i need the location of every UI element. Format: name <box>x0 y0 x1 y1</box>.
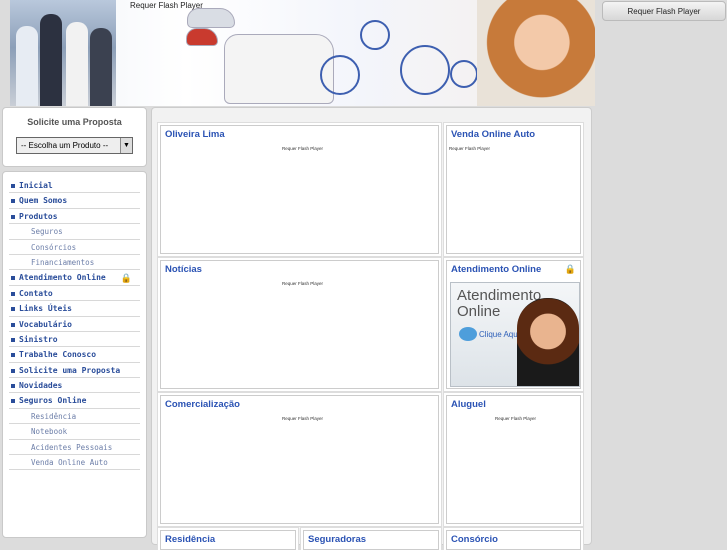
chat-users-icon <box>459 327 477 341</box>
box-seguradoras: Seguradoras <box>303 530 439 550</box>
menu-item-label: Atendimento Online <box>19 273 106 283</box>
box-title[interactable]: Comercialização <box>165 399 240 410</box>
box-residencia: Residência <box>160 530 296 550</box>
decorative-swirl <box>320 55 360 95</box>
box-comercializacao: Comercialização Requer Flash Player <box>160 395 439 524</box>
menu-item-contato[interactable]: Contato <box>9 286 140 302</box>
flash-notice: Requer Flash Player <box>282 416 324 421</box>
menu-item-produtos[interactable]: Produtos <box>9 209 140 225</box>
box-aluguel: Aluguel Requer Flash Player <box>446 395 581 524</box>
car-image-main <box>224 34 334 104</box>
menu-item-notebook[interactable]: Notebook <box>9 424 140 440</box>
nav-menu: Inicial Quem Somos Produtos Seguros Cons… <box>2 171 147 538</box>
product-select-value: -- Escolha um Produto -- <box>21 141 109 150</box>
ad-agent-image <box>517 298 579 386</box>
box-title[interactable]: Notícias <box>165 264 202 275</box>
box-title[interactable]: Oliveira Lima <box>165 129 225 140</box>
menu-item-sinistro[interactable]: Sinistro <box>9 332 140 348</box>
menu-item-acidentes-pessoais[interactable]: Acidentes Pessoais <box>9 440 140 456</box>
menu-item-seguros-online[interactable]: Seguros Online <box>9 393 140 409</box>
box-title[interactable]: Seguradoras <box>308 534 366 545</box>
box-oliveira-lima: Oliveira Lima Requer Flash Player <box>160 125 439 254</box>
box-consorcio: Consórcio <box>446 530 581 550</box>
menu-item-trabalhe-conosco[interactable]: Trabalhe Conosco <box>9 347 140 363</box>
box-noticias: Notícias Requer Flash Player <box>160 260 439 389</box>
menu-item-novidades[interactable]: Novidades <box>9 378 140 394</box>
menu-item-atendimento-online[interactable]: Atendimento Online 🔒 <box>9 270 140 286</box>
lock-icon: 🔒 <box>564 264 576 274</box>
menu-item-financiamentos[interactable]: Financiamentos <box>9 255 140 271</box>
menu-item-consorcios[interactable]: Consórcios <box>9 240 140 255</box>
ad-cta[interactable]: Clique Aqui! <box>479 330 522 339</box>
box-title[interactable]: Residência <box>165 534 215 545</box>
menu-item-inicial[interactable]: Inicial <box>9 178 140 194</box>
menu-item-solicite-proposta[interactable]: Solicite uma Proposta <box>9 363 140 379</box>
flash-notice: Requer Flash Player <box>282 146 324 151</box>
box-title[interactable]: Aluguel <box>451 399 486 410</box>
main-content: Oliveira Lima Requer Flash Player Venda … <box>151 107 592 550</box>
box-title[interactable]: Consórcio <box>451 534 498 545</box>
box-venda-online-auto: Venda Online Auto Requer Flash Player <box>446 125 581 254</box>
menu-item-venda-online-auto[interactable]: Venda Online Auto <box>9 455 140 471</box>
menu-item-residencia[interactable]: Residência <box>9 409 140 425</box>
flash-notice: Requer Flash Player <box>282 281 324 286</box>
box-title[interactable]: Venda Online Auto <box>451 129 535 140</box>
car-image <box>187 8 235 28</box>
box-title[interactable]: Atendimento Online <box>451 264 541 275</box>
product-select[interactable]: -- Escolha um Produto -- ▼ <box>16 137 133 154</box>
flash-notice: Requer Flash Player <box>449 146 491 151</box>
proposal-panel: Solicite uma Proposta -- Escolha um Prod… <box>2 107 147 167</box>
decorative-swirl <box>360 20 390 50</box>
menu-item-quem-somos[interactable]: Quem Somos <box>9 193 140 209</box>
chevron-down-icon[interactable]: ▼ <box>120 138 132 153</box>
menu-item-seguros[interactable]: Seguros <box>9 224 140 240</box>
atendimento-online-ad[interactable]: Atendimento Online Clique Aqui! <box>450 282 580 387</box>
banner-people-image <box>10 0 116 106</box>
banner-woman-image <box>477 0 595 106</box>
flash-notice: Requer Flash Player <box>495 416 537 421</box>
header-banner: Requer Flash Player <box>10 0 595 106</box>
decorative-swirl <box>450 60 478 88</box>
sidebar: Solicite uma Proposta -- Escolha um Prod… <box>2 107 147 545</box>
flash-placeholder: Requer Flash Player <box>602 1 726 21</box>
proposal-title: Solicite uma Proposta <box>27 117 122 127</box>
car-image-red <box>186 28 218 46</box>
decorative-swirl <box>400 45 450 95</box>
box-atendimento-online: Atendimento Online 🔒 Atendimento Online … <box>446 260 581 389</box>
menu-item-vocabulario[interactable]: Vocabulário <box>9 317 140 332</box>
menu-item-links-uteis[interactable]: Links Úteis <box>9 301 140 317</box>
